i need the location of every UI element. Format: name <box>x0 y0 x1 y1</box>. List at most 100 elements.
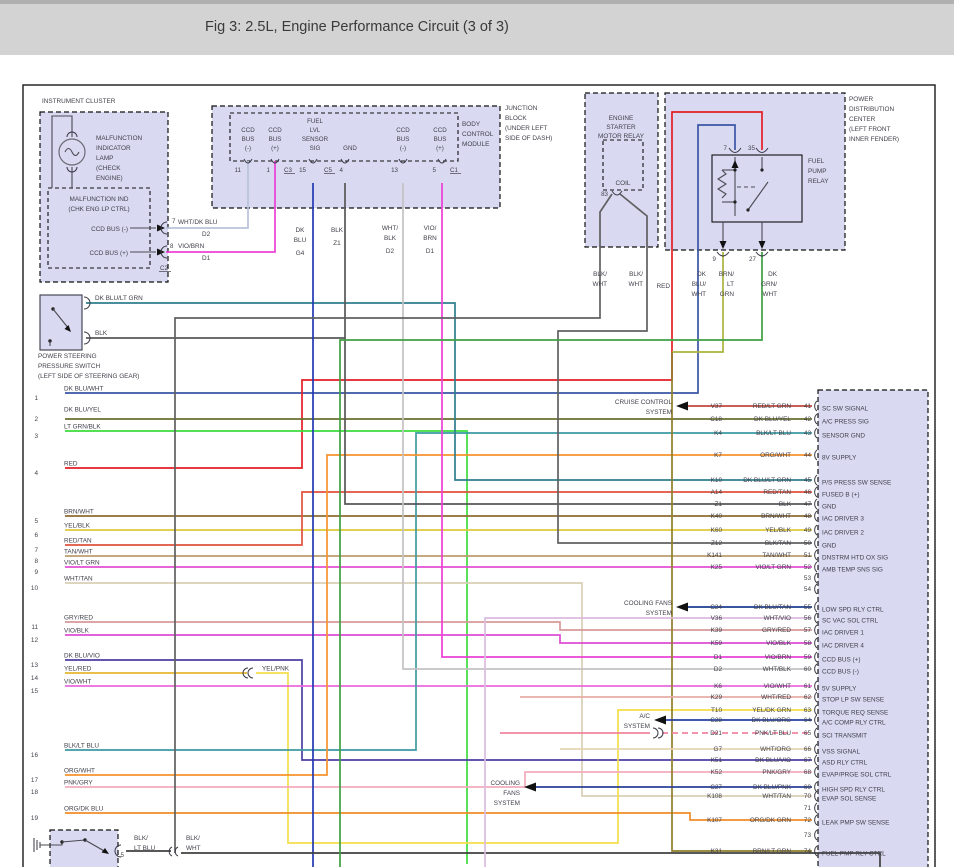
wire-brn-lt-grn-lower <box>671 352 812 852</box>
pcm-row-pin: 55 <box>804 604 812 611</box>
wire-label: DK <box>296 227 306 234</box>
pcm-row-code: K40 <box>711 513 723 520</box>
pcm-pin-connector <box>814 814 818 826</box>
pcm-row-pin: 66 <box>804 746 812 753</box>
junction-dot <box>733 200 737 204</box>
pcm-row-signal: EVAP/PRGE SOL CTRL <box>822 772 892 779</box>
pdc-title: CENTER <box>849 116 876 123</box>
pcm-row-color: BLK <box>779 501 792 508</box>
jb-terminal: SENSOR <box>302 136 329 143</box>
jb-terminal: CCD <box>268 127 282 134</box>
pcm-row-signal: GND <box>822 543 837 550</box>
junction-block-label: (UNDER LEFT <box>505 125 547 132</box>
jb-terminal: CCD <box>433 127 447 134</box>
jb-terminal: (+) <box>436 145 444 152</box>
left-row-wire-label: ORG/WHT <box>64 768 95 775</box>
pcm-row-color: YEL/DK GRN <box>752 707 791 714</box>
pcm-pin-connector <box>814 743 818 755</box>
pcm-row-color: DK BLU/VIO <box>755 757 791 764</box>
wire-label: BLK/ <box>186 835 200 842</box>
pcm-row-signal: HIGH SPD RLY CTRL <box>822 787 885 794</box>
pcm-pin-connector <box>814 802 818 814</box>
instrument-cluster-title: INSTRUMENT CLUSTER <box>42 98 116 105</box>
left-row-number: 13 <box>31 662 39 669</box>
cooling-arrow-icon <box>676 602 688 612</box>
pcm-row-signal: IAC DRIVER 4 <box>822 643 864 650</box>
pcm-row-pin: 64 <box>804 717 812 724</box>
pcm-row-color: YEL/BLK <box>765 527 792 534</box>
pcm-row-signal: AMB TEMP SNS SIG <box>822 567 883 574</box>
pcm-row-color: GRY/RED <box>762 627 791 634</box>
left-row-number: 5 <box>34 518 38 525</box>
pcm-row-pin: 73 <box>804 832 812 839</box>
left-row-wire-label: WHT/TAN <box>64 576 93 583</box>
pcm-row-signal: IAC DRIVER 3 <box>822 516 864 523</box>
pcm-row-signal: 8V SUPPLY <box>822 455 857 462</box>
pcm-row-pin: 63 <box>804 707 812 714</box>
pcm-row-code: V36 <box>711 615 723 622</box>
pcm-row-signal: A/C PRESS SIG <box>822 419 869 426</box>
pcm-row-pin: 45 <box>804 477 812 484</box>
starter-relay-title: STARTER <box>606 124 636 131</box>
pcm-pin-connector <box>814 561 818 573</box>
pcm-row-color: WHT/ORG <box>760 746 791 753</box>
pcm-row-code: K52 <box>711 769 723 776</box>
pcm-row-signal: P/S PRESS SW SENSE <box>822 480 891 487</box>
pcm-row-pin: 74 <box>804 848 812 855</box>
jb-conn: C3 <box>284 167 292 174</box>
pcm-pin-connector <box>814 537 818 549</box>
pcm-row-signal: DNSTRM HTD OX SIG <box>822 555 888 562</box>
ac-arrow-icon <box>654 715 666 725</box>
diagram-canvas: INSTRUMENT CLUSTER MALFUNCTION INDICATOR… <box>22 84 936 867</box>
left-row-wire-label: YEL/BLK <box>64 523 91 530</box>
pcm-pin-connector <box>814 601 818 613</box>
wire-label: BLK <box>95 330 108 337</box>
circuit-label: D2 <box>202 231 211 238</box>
pin-number: 9 <box>713 256 717 263</box>
pcm-row-signal: IAC DRIVER 2 <box>822 530 864 537</box>
pcm-row-color: WHT/TAN <box>762 793 791 800</box>
left-row-number: 11 <box>31 624 38 631</box>
cooling-system-label: SYSTEM <box>646 610 672 617</box>
pcm-pin-connector <box>814 663 818 675</box>
wire-label: BLK/ <box>629 271 643 278</box>
pcm-row-color: RED/LT GRN <box>753 403 791 410</box>
pcm-pin-connector <box>814 572 818 584</box>
pcm-row-color: ORG/DK GRN <box>750 817 792 824</box>
pcm-row-pin: 44 <box>804 452 812 459</box>
module-label: (CHK ENG LP CTRL) <box>68 206 129 213</box>
pcm-row-signal: A/C COMP RLY CTRL <box>822 720 886 727</box>
wire-label: BRN <box>423 235 437 242</box>
pcm-row-color: DK BLU/TAN <box>754 604 792 611</box>
pcm-pin-connector <box>814 624 818 636</box>
jb-pin: 5 <box>433 167 437 174</box>
pcm-pin-connector <box>814 845 818 857</box>
wire-label: BLK <box>331 227 344 234</box>
left-row-number: 3 <box>34 433 38 440</box>
pcm-row-color: BRN/WHT <box>761 513 791 520</box>
pcm-row-color: VIO/BRN <box>765 654 792 661</box>
pcm-pin-connector <box>814 524 818 536</box>
left-row-wire-label: VIO/BLK <box>64 628 90 635</box>
jb-terminal: BUS <box>242 136 255 143</box>
wire-label: WHT <box>592 281 607 288</box>
bcm-label: CONTROL <box>462 131 494 138</box>
pcm-row-code: G7 <box>713 746 722 753</box>
junction-dot <box>733 168 737 172</box>
junction-block-label: SIDE OF DASH) <box>505 135 552 142</box>
pcm-row-color: BLK/TAN <box>765 540 792 547</box>
pcm-row-signal: STOP LP SW SENSE <box>822 697 884 704</box>
left-row-number: 19 <box>31 815 39 822</box>
left-row-wire-label: TAN/WHT <box>64 549 93 556</box>
wire-label: VIO/BRN <box>178 243 205 250</box>
pcm-row-pin: 51 <box>804 552 812 559</box>
pdc-title: (LEFT FRONT <box>849 126 891 133</box>
pcm-row-pin: 57 <box>804 627 812 634</box>
left-row-wire-label: LT GRN/BLK <box>64 424 101 431</box>
wire-label: BLK <box>384 235 397 242</box>
circuit-label: Z1 <box>333 240 341 247</box>
splice-connector <box>174 846 179 857</box>
pin-number: 27 <box>749 256 756 263</box>
pcm-row-code: C24 <box>710 604 722 611</box>
pcm-row-color: TAN/WHT <box>762 552 791 559</box>
